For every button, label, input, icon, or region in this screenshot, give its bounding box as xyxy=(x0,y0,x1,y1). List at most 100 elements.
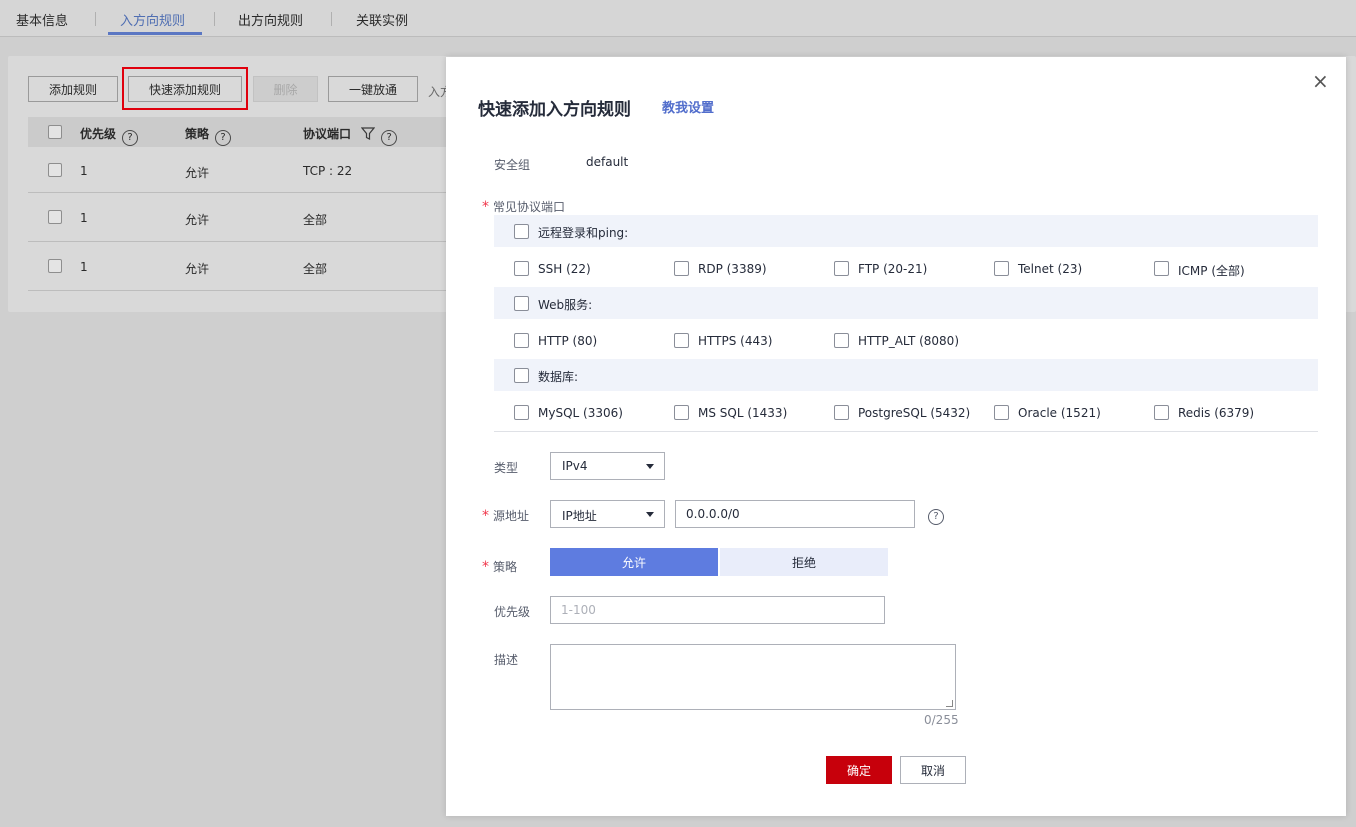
question-icon[interactable]: ? xyxy=(215,130,232,146)
question-icon[interactable]: ? xyxy=(122,130,139,146)
option-label: PostgreSQL (5432) xyxy=(858,406,971,420)
common-ports-label: * 常见协议端口 xyxy=(482,198,565,215)
option-label: SSH (22) xyxy=(538,262,591,276)
help-setup-link[interactable]: 教我设置 xyxy=(662,97,714,116)
option-label: RDP (3389) xyxy=(698,262,767,276)
option-label: Oracle (1521) xyxy=(1018,406,1101,420)
header-priority: 优先级? xyxy=(80,125,139,146)
group-web-title: Web服务: xyxy=(538,298,593,312)
row-checkbox[interactable] xyxy=(48,210,62,224)
option-label: MySQL (3306) xyxy=(538,406,623,420)
option-label: HTTP (80) xyxy=(538,334,598,348)
type-select-value: IPv4 xyxy=(562,459,588,473)
active-tab-indicator xyxy=(108,32,202,35)
header-priority-label: 优先级 xyxy=(80,127,117,141)
highlight-box xyxy=(122,67,248,110)
table-header: 优先级? 策略? 协议端口 ? xyxy=(28,117,446,147)
description-counter: 0/255 xyxy=(924,713,959,727)
row-priority: 1 xyxy=(80,211,88,225)
description-textarea[interactable] xyxy=(550,644,956,710)
option-checkbox[interactable] xyxy=(1154,405,1169,420)
row-priority: 1 xyxy=(80,260,88,274)
option-label: MS SQL (1433) xyxy=(698,406,788,420)
header-policy: 策略? xyxy=(185,125,232,146)
row-policy: 允许 xyxy=(185,262,210,276)
source-label-text: 源地址 xyxy=(493,509,530,523)
group-database-checkbox[interactable] xyxy=(514,368,529,383)
option-label: ICMP (全部) xyxy=(1178,264,1245,278)
option-checkbox[interactable] xyxy=(674,333,689,348)
tab-separator xyxy=(95,12,96,26)
option-checkbox[interactable] xyxy=(674,405,689,420)
delete-button[interactable]: 删除 xyxy=(253,76,318,102)
dialog-title: 快速添加入方向规则 xyxy=(478,100,631,120)
option-checkbox[interactable] xyxy=(1154,261,1169,276)
header-policy-label: 策略 xyxy=(185,127,210,141)
group-web-checkbox[interactable] xyxy=(514,296,529,311)
group-database-title: 数据库: xyxy=(538,370,579,384)
close-icon[interactable]: × xyxy=(1312,71,1329,91)
source-address-input[interactable] xyxy=(675,500,915,528)
option-checkbox[interactable] xyxy=(674,261,689,276)
policy-allow-button[interactable]: 允许 xyxy=(550,548,718,576)
row-checkbox[interactable] xyxy=(48,259,62,273)
row-protocol-port: 全部 xyxy=(303,262,328,276)
resize-handle-icon[interactable] xyxy=(946,700,953,707)
option-checkbox[interactable] xyxy=(514,405,529,420)
source-label: * 源地址 xyxy=(482,507,529,524)
tab-separator xyxy=(214,12,215,26)
section-divider xyxy=(494,431,1318,432)
allow-all-button[interactable]: 一键放通 xyxy=(328,76,418,102)
option-checkbox[interactable] xyxy=(834,333,849,348)
option-checkbox[interactable] xyxy=(514,261,529,276)
option-label: HTTP_ALT (8080) xyxy=(858,334,959,348)
option-label: HTTPS (443) xyxy=(698,334,773,348)
question-icon[interactable]: ? xyxy=(928,509,944,525)
question-icon[interactable]: ? xyxy=(381,130,398,146)
row-divider xyxy=(28,241,446,242)
required-marker: * xyxy=(482,508,489,524)
tab-bar: 基本信息 入方向规则 出方向规则 关联实例 xyxy=(0,0,1356,37)
option-checkbox[interactable] xyxy=(834,261,849,276)
row-priority: 1 xyxy=(80,164,88,178)
security-group-label: 安全组 xyxy=(494,158,531,172)
type-label: 类型 xyxy=(494,461,519,475)
description-label: 描述 xyxy=(494,653,519,667)
option-label: Redis (6379) xyxy=(1178,406,1255,420)
header-protocol-port-label: 协议端口 xyxy=(303,127,352,141)
group-remote: 远程登录和ping: xyxy=(494,215,1318,247)
source-type-select[interactable]: IP地址 xyxy=(550,500,665,528)
policy-deny-button[interactable]: 拒绝 xyxy=(720,548,888,576)
tab-basic-info[interactable]: 基本信息 xyxy=(16,10,68,29)
row-protocol-port: 全部 xyxy=(303,213,328,227)
cancel-button[interactable]: 取消 xyxy=(900,756,966,784)
option-checkbox[interactable] xyxy=(834,405,849,420)
security-group-value: default xyxy=(586,155,629,169)
option-checkbox[interactable] xyxy=(514,333,529,348)
quick-add-dialog: 快速添加入方向规则 教我设置 × 安全组 default * 常见协议端口 远程登… xyxy=(446,57,1346,816)
add-rule-button[interactable]: 添加规则 xyxy=(28,76,118,102)
common-ports-text: 常见协议端口 xyxy=(493,200,566,214)
filter-icon[interactable] xyxy=(360,127,376,140)
tab-separator xyxy=(331,12,332,26)
group-database: 数据库: xyxy=(494,359,1318,391)
header-protocol-port: 协议端口 ? xyxy=(303,125,398,146)
priority-input[interactable] xyxy=(550,596,885,624)
row-divider xyxy=(28,290,446,291)
option-checkbox[interactable] xyxy=(994,261,1009,276)
group-web: Web服务: xyxy=(494,287,1318,319)
policy-label: * 策略 xyxy=(482,558,517,575)
tab-inbound-rules[interactable]: 入方向规则 xyxy=(120,10,185,29)
priority-label: 优先级 xyxy=(494,605,531,619)
confirm-button[interactable]: 确定 xyxy=(826,756,892,784)
policy-label-text: 策略 xyxy=(493,560,518,574)
tab-associated-instances[interactable]: 关联实例 xyxy=(356,10,408,29)
group-remote-checkbox[interactable] xyxy=(514,224,529,239)
chevron-down-icon xyxy=(646,464,654,469)
option-checkbox[interactable] xyxy=(994,405,1009,420)
tab-outbound-rules[interactable]: 出方向规则 xyxy=(238,10,303,29)
type-select[interactable]: IPv4 xyxy=(550,452,665,480)
row-checkbox[interactable] xyxy=(48,163,62,177)
select-all-checkbox[interactable] xyxy=(48,125,62,139)
row-policy: 允许 xyxy=(185,166,210,180)
